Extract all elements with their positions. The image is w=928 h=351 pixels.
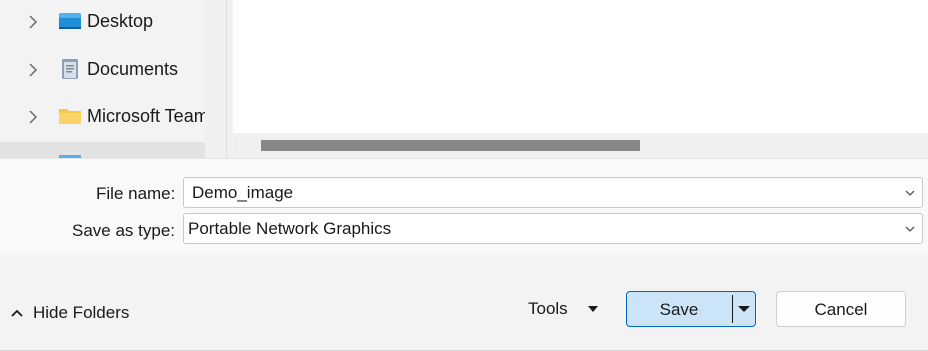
nav-item-label: Microsoft Teams [87,106,205,126]
chevron-right-icon[interactable] [26,61,40,79]
save-type-label: Save as type: [72,221,176,240]
split-divider [732,295,733,323]
cancel-label: Cancel [814,300,868,319]
hide-folders-button[interactable]: Hide Folders [10,303,129,323]
nav-item-documents[interactable]: Documents [0,48,205,92]
nav-item-selected[interactable] [0,142,205,158]
dialog-footer: Hide Folders Tools Save Cancel [0,255,928,351]
file-name-field[interactable]: Demo_image [183,177,923,208]
horizontal-scrollbar[interactable] [233,133,928,158]
chevron-right-icon[interactable] [26,13,40,31]
chevron-down-icon[interactable] [904,223,916,235]
file-name-label: File name: [96,184,176,203]
chevron-right-icon[interactable] [26,108,40,126]
save-type-select[interactable]: Portable Network Graphics [183,213,923,244]
tools-label: Tools [528,299,568,318]
nav-item-label: Desktop [87,11,154,31]
save-button[interactable]: Save [626,291,756,327]
scrollbar-thumb[interactable] [261,140,640,151]
dropdown-triangle-icon [587,306,598,312]
save-label: Save [659,300,699,319]
save-dropdown-icon[interactable] [738,305,750,313]
documents-folder-icon [62,59,78,79]
desktop-folder-icon [59,13,81,29]
tools-menu[interactable]: Tools [528,299,598,319]
pane-separator[interactable] [205,0,232,158]
chevron-up-icon [11,309,23,317]
nav-item-label: Documents [87,59,179,79]
save-type-value: Portable Network Graphics [188,219,392,238]
file-name-value[interactable]: Demo_image [192,183,293,203]
file-list-pane[interactable] [233,0,928,158]
navigation-pane: Desktop Documents Microsoft Teams [0,0,205,158]
nav-item-desktop[interactable]: Desktop [0,0,205,44]
hide-folders-label: Hide Folders [33,303,130,322]
nav-item-microsoft-teams[interactable]: Microsoft Teams [0,95,205,139]
chevron-down-icon[interactable] [904,187,916,199]
folder-icon [59,109,81,124]
cancel-button[interactable]: Cancel [776,291,906,327]
save-form: File name: Demo_image Save as type: Port… [0,159,928,255]
